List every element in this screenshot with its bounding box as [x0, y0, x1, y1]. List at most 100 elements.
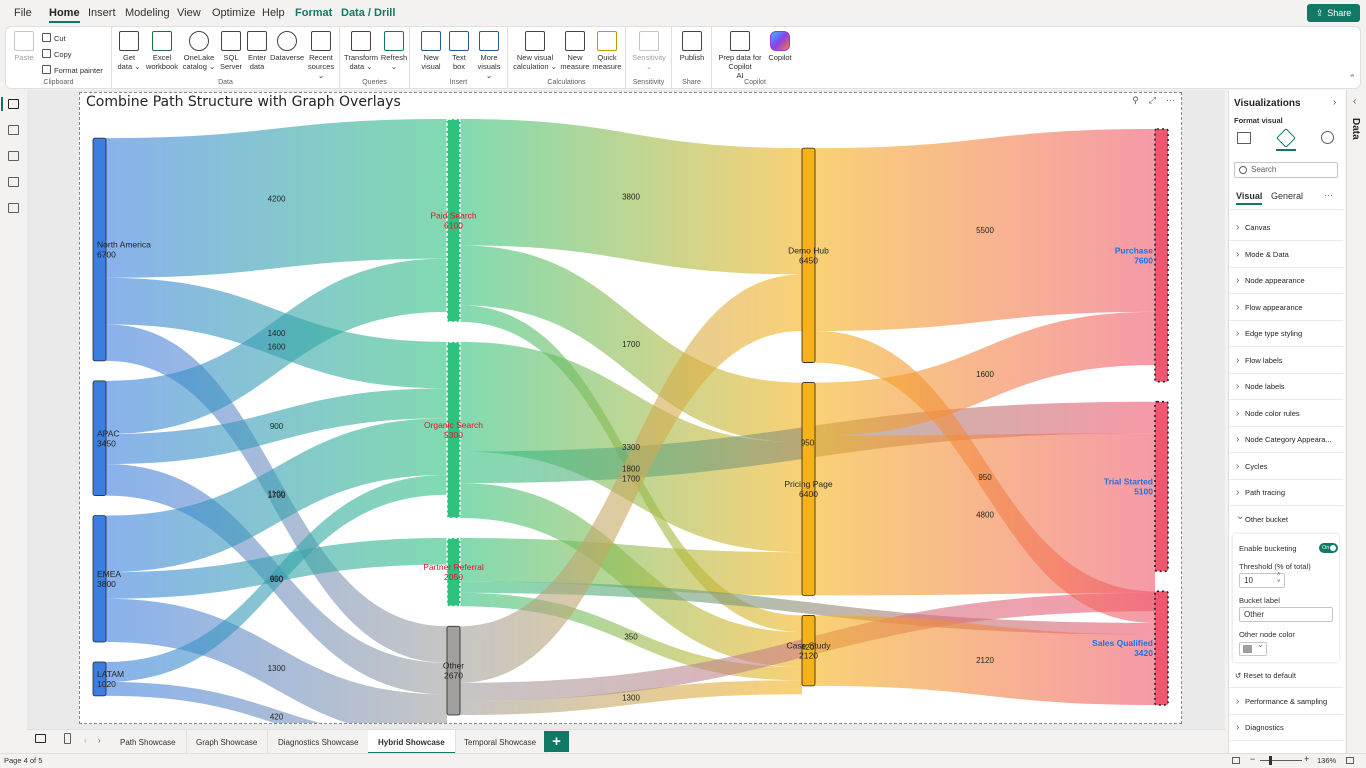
enable-bucketing-toggle[interactable]: On: [1319, 543, 1338, 553]
section-node-color-rules[interactable]: Node color rules: [1229, 401, 1343, 427]
new-visual-button[interactable]: New visual: [418, 31, 444, 71]
menu-format[interactable]: Format: [295, 7, 332, 19]
section-node-labels[interactable]: Node labels: [1229, 374, 1343, 400]
quick-measure-button[interactable]: Quick measure: [592, 31, 622, 71]
menu-help[interactable]: Help: [262, 7, 285, 19]
flow-label: 2120: [976, 656, 994, 665]
tab-general[interactable]: General: [1271, 191, 1303, 201]
model-view-icon[interactable]: [8, 151, 19, 161]
table-view-icon[interactable]: [8, 125, 19, 135]
filter-icon[interactable]: ⚲: [1132, 95, 1139, 106]
node-trial[interactable]: [1154, 400, 1169, 573]
desktop-layout-icon[interactable]: [35, 734, 46, 743]
flow-label: 350: [624, 633, 638, 642]
tab-path-showcase[interactable]: Path Showcase: [110, 730, 187, 754]
shapes-icon: [479, 31, 499, 51]
tmdl-view-icon[interactable]: [8, 203, 19, 213]
section-path-tracing[interactable]: Path tracing: [1229, 480, 1343, 506]
fit-page-icon[interactable]: [1232, 757, 1240, 764]
text-box-button[interactable]: Text box: [446, 31, 472, 71]
share-button[interactable]: ⇪ Share: [1307, 4, 1360, 22]
threshold-spinner-icon[interactable]: ˄ ˅: [1277, 572, 1281, 586]
section-diagnostics[interactable]: Diagnostics: [1229, 715, 1343, 741]
sql-server-button[interactable]: SQL Server: [218, 31, 244, 71]
mobile-layout-icon[interactable]: [64, 733, 71, 744]
bucket-label-input[interactable]: Other: [1239, 607, 1333, 622]
share-group: Publish Share: [672, 27, 712, 88]
node-sql[interactable]: [1154, 590, 1169, 706]
section-flow-labels[interactable]: Flow labels: [1229, 348, 1343, 374]
section-node-category[interactable]: Node Category Appeara...: [1229, 427, 1343, 453]
dax-query-view-icon[interactable]: [8, 177, 19, 187]
collapse-pane-icon[interactable]: ›: [1333, 97, 1336, 108]
onelake-catalog-button[interactable]: OneLake catalog ⌄: [182, 31, 216, 71]
tab-graph-showcase[interactable]: Graph Showcase: [186, 730, 269, 754]
refresh-button[interactable]: Refresh ⌄: [380, 31, 408, 71]
excel-workbook-button[interactable]: Excel workbook: [144, 31, 180, 71]
section-mode-data[interactable]: Mode & Data: [1229, 242, 1343, 268]
menu-modeling[interactable]: Modeling: [125, 7, 170, 19]
cut-button[interactable]: Cut: [42, 33, 66, 43]
zoom-out-icon[interactable]: −: [1250, 754, 1255, 764]
menu-view[interactable]: View: [177, 7, 201, 19]
enable-bucketing-label: Enable bucketing: [1239, 544, 1297, 553]
tab-visual[interactable]: Visual: [1236, 191, 1263, 205]
fit-to-width-icon[interactable]: [1346, 757, 1354, 764]
flow-label: 4800: [976, 510, 994, 519]
analytics-icon[interactable]: [1321, 131, 1334, 144]
zoom-in-icon[interactable]: +: [1304, 754, 1309, 764]
dataverse-button[interactable]: Dataverse: [270, 31, 304, 62]
menu-file[interactable]: File: [14, 7, 32, 19]
tab-diagnostics-showcase[interactable]: Diagnostics Showcase: [268, 730, 370, 754]
recent-sources-button[interactable]: Recent sources ⌄: [306, 31, 336, 80]
new-measure-button[interactable]: New measure: [560, 31, 590, 71]
expand-data-pane-icon[interactable]: ‹: [1353, 96, 1356, 107]
more-options-icon[interactable]: ⋯: [1166, 95, 1175, 106]
sankey-visual[interactable]: North America 6700 APAC 3450 EMEA 3800 LATAM 10…: [79, 92, 1182, 724]
section-node-appearance[interactable]: Node appearance: [1229, 268, 1343, 294]
data-pane-collapsed[interactable]: ‹ Data: [1346, 90, 1366, 753]
menu-insert[interactable]: Insert: [88, 7, 116, 19]
search-input[interactable]: Search: [1234, 162, 1338, 178]
node-purchase[interactable]: [1154, 128, 1169, 383]
clipboard-group: Paste Cut Copy Format painter Clipboard: [6, 27, 112, 88]
focus-mode-icon[interactable]: ⤢: [1149, 95, 1156, 106]
enter-data-button[interactable]: Enter data: [245, 31, 269, 71]
next-page-icon[interactable]: ›: [98, 736, 101, 745]
section-performance-sampling[interactable]: Performance & sampling: [1229, 689, 1343, 715]
new-visual-calculation-button[interactable]: New visual calculation ⌄: [512, 31, 558, 71]
section-flow-appearance[interactable]: Flow appearance: [1229, 295, 1343, 321]
zoom-slider-thumb[interactable]: [1269, 756, 1272, 765]
tab-temporal-showcase[interactable]: Temporal Showcase: [454, 730, 548, 754]
more-visuals-button[interactable]: More visuals ⌄: [474, 31, 504, 80]
sensitivity-button[interactable]: Sensitivity ⌄: [630, 31, 668, 71]
zoom-slider[interactable]: [1260, 760, 1302, 761]
more-options-icon[interactable]: ···: [1324, 190, 1333, 200]
section-cycles[interactable]: Cycles: [1229, 454, 1343, 480]
section-canvas[interactable]: Canvas: [1229, 215, 1343, 241]
get-data-button[interactable]: Get data ⌄: [116, 31, 142, 71]
add-page-button[interactable]: +: [544, 731, 569, 752]
paste-button[interactable]: Paste: [12, 31, 36, 62]
menu-home[interactable]: Home: [49, 7, 80, 23]
copy-button[interactable]: Copy: [42, 49, 72, 59]
prep-data-copilot-button[interactable]: Prep data for Copilot AI: [716, 31, 764, 80]
section-edge-type-styling[interactable]: Edge type styling: [1229, 321, 1343, 347]
menu-data-drill[interactable]: Data / Drill: [341, 7, 395, 19]
collapse-ribbon-icon[interactable]: ⌃: [1348, 73, 1356, 84]
report-view-icon[interactable]: [1, 97, 19, 111]
visual-title: Combine Path Structure with Graph Overla…: [86, 94, 401, 110]
other-node-color-picker[interactable]: [1239, 640, 1267, 656]
copilot-button[interactable]: Copilot: [766, 31, 794, 62]
format-painter-button[interactable]: Format painter: [42, 65, 103, 75]
reset-default-button[interactable]: ↺ Reset to default: [1235, 671, 1296, 680]
section-other-bucket[interactable]: Other bucket: [1229, 507, 1343, 533]
publish-button[interactable]: Publish: [677, 31, 707, 62]
menu-optimize[interactable]: Optimize: [212, 7, 255, 19]
build-visual-icon[interactable]: [1237, 132, 1251, 144]
format-visual-icon[interactable]: [1276, 128, 1296, 148]
tab-hybrid-showcase[interactable]: Hybrid Showcase: [368, 730, 456, 754]
flow-label: 3800: [622, 193, 640, 202]
prev-page-icon[interactable]: ‹: [84, 736, 87, 745]
transform-data-button[interactable]: Transform data ⌄: [344, 31, 378, 71]
